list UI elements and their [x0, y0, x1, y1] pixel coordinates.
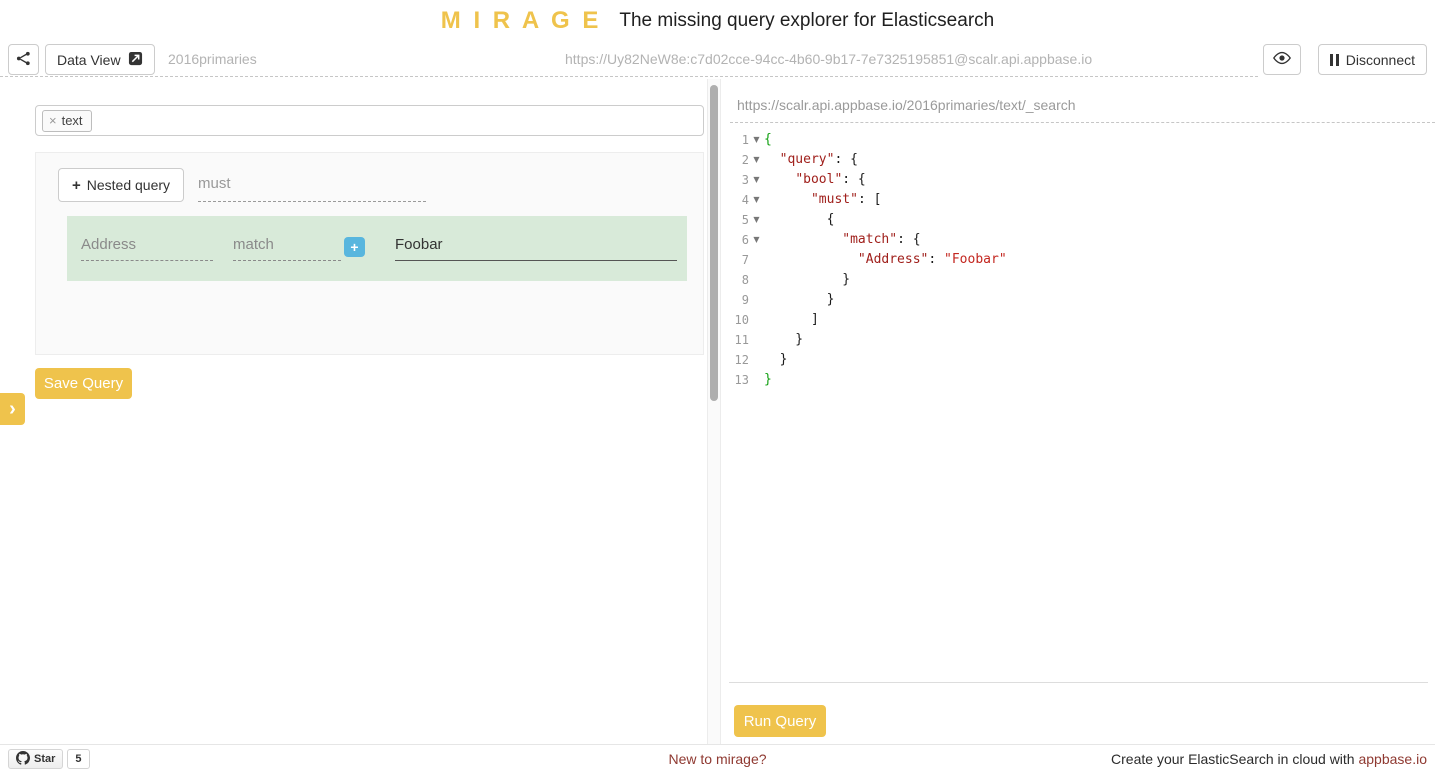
code-text: "query": {	[779, 152, 858, 167]
query-condition-row: Address match + Foobar	[67, 216, 687, 281]
fold-arrow-icon[interactable]: ▼	[749, 210, 764, 230]
value-input[interactable]: Foobar	[395, 236, 677, 261]
line-number: 1	[741, 133, 749, 147]
code-line: 11▼ }	[729, 330, 1428, 350]
app-tagline: The missing query explorer for Elasticse…	[619, 9, 995, 31]
line-number: 8	[741, 273, 749, 287]
line-number: 9	[741, 293, 749, 307]
toolbar: Data View 2016primaries https://Uy82NeW8…	[0, 41, 1435, 79]
code-text: }	[764, 372, 772, 387]
github-icon	[16, 750, 30, 768]
request-url: https://scalr.api.appbase.io/2016primari…	[737, 97, 1076, 113]
code-line: 7▼ "Address": "Foobar"	[729, 250, 1428, 270]
toolbar-divider	[0, 76, 1258, 77]
line-number: 12	[734, 353, 749, 367]
scrollbar-thumb[interactable]	[710, 85, 718, 401]
run-query-button[interactable]: Run Query	[734, 705, 826, 737]
connection-url-field[interactable]: https://Uy82NeW8e:c7d02cce-94cc-4b60-9b1…	[565, 51, 1092, 67]
data-view-button[interactable]: Data View	[45, 44, 155, 75]
save-query-button[interactable]: Save Query	[35, 368, 132, 399]
disconnect-label: Disconnect	[1345, 51, 1415, 68]
nested-query-label: Nested query	[86, 177, 171, 193]
code-line: 8▼ }	[729, 270, 1428, 290]
code-line: 6 ▼ "match": {	[729, 230, 1428, 250]
code-text: }	[764, 292, 835, 307]
nested-query-button[interactable]: + Nested query	[58, 168, 185, 202]
code-text: "Address": "Foobar"	[857, 252, 1007, 267]
code-line: 4 ▼ "must": [	[729, 190, 1428, 210]
pause-icon	[1329, 53, 1339, 66]
line-number: 3	[741, 173, 749, 187]
share-button[interactable]	[8, 44, 39, 75]
line-number: 4	[741, 193, 749, 207]
footer: Star 5 New to mirage? Create your Elasti…	[0, 744, 1435, 774]
code-text: {	[764, 132, 772, 147]
remove-tag-icon[interactable]: ×	[49, 113, 57, 128]
preview-toggle-button[interactable]	[1263, 44, 1301, 75]
github-star-widget: Star 5	[8, 749, 90, 769]
line-number: 10	[734, 313, 749, 327]
code-text: ]	[764, 312, 819, 327]
fold-arrow-icon[interactable]: ▼	[749, 130, 764, 150]
add-condition-button[interactable]: +	[344, 237, 365, 257]
field-select[interactable]: Address	[81, 236, 213, 261]
star-label: Star	[34, 753, 56, 765]
code-text: "must": [	[810, 192, 882, 207]
line-number: 7	[741, 253, 749, 267]
code-text: "bool": {	[795, 172, 866, 187]
code-line: 9▼ }	[729, 290, 1428, 310]
types-input[interactable]: × text	[35, 105, 704, 136]
bool-clause-label: must	[198, 175, 231, 192]
query-builder-card: + Nested query must Address match + Foob…	[35, 152, 704, 355]
code-text: }	[764, 352, 788, 367]
bool-clause-select[interactable]: must	[198, 175, 426, 202]
mirage-app: M I R A G E The missing query explorer f…	[0, 0, 1435, 774]
share-icon	[16, 51, 31, 69]
app-header: M I R A G E The missing query explorer f…	[0, 0, 1435, 41]
mirage-logo: M I R A G E	[440, 6, 602, 34]
code-text: {	[764, 212, 835, 227]
cloud-promo-text: Create your ElasticSearch in cloud with	[1111, 751, 1355, 767]
code-text: }	[764, 332, 804, 347]
plus-icon: +	[72, 176, 81, 194]
github-star-count[interactable]: 5	[67, 749, 90, 769]
code-line: 1 ▼{	[729, 130, 1428, 150]
code-text: }	[764, 272, 851, 287]
line-number: 2	[741, 153, 749, 167]
fold-arrow-icon[interactable]: ▼	[749, 170, 764, 190]
code-line: 2 ▼ "query": {	[729, 150, 1428, 170]
fold-arrow-icon[interactable]: ▼	[749, 230, 764, 250]
query-builder-panel: × text + Nested query must Address match…	[0, 79, 707, 744]
scrollbar[interactable]	[707, 79, 721, 744]
line-number: 5	[741, 213, 749, 227]
code-line: 3 ▼ "bool": {	[729, 170, 1428, 190]
line-number: 13	[734, 373, 749, 387]
appbase-link[interactable]: appbase.io	[1358, 751, 1427, 767]
line-number: 6	[741, 233, 749, 247]
code-text: "match": {	[842, 232, 921, 247]
expand-panel-tab[interactable]: ›	[0, 393, 25, 425]
line-number: 11	[734, 333, 749, 347]
code-line: 13▼}	[729, 370, 1428, 390]
type-tag-label: text	[61, 112, 83, 128]
code-line: 5 ▼ {	[729, 210, 1428, 230]
preview-divider	[730, 122, 1435, 123]
chevron-right-icon: ›	[9, 397, 16, 420]
fold-arrow-icon[interactable]: ▼	[749, 190, 764, 210]
code-line: 12▼ }	[729, 350, 1428, 370]
type-tag[interactable]: × text	[42, 109, 92, 132]
open-data-view-icon	[128, 51, 143, 69]
github-star-button[interactable]: Star	[8, 749, 64, 769]
fold-arrow-icon[interactable]: ▼	[749, 150, 764, 170]
disconnect-button[interactable]: Disconnect	[1317, 44, 1427, 75]
new-to-mirage-link[interactable]: New to mirage?	[668, 751, 766, 767]
data-view-label: Data View	[57, 51, 121, 68]
json-editor[interactable]: 1 ▼{2 ▼ "query": {3 ▼ "bool": {4 ▼ "must": […	[729, 130, 1428, 683]
eye-icon	[1272, 51, 1292, 68]
index-name-field[interactable]: 2016primaries	[168, 51, 257, 67]
query-preview-panel: https://scalr.api.appbase.io/2016primari…	[721, 79, 1435, 744]
code-line: 10▼ ]	[729, 310, 1428, 330]
cloud-promo: Create your ElasticSearch in cloud with …	[1111, 751, 1427, 767]
operator-select[interactable]: match	[233, 236, 341, 261]
